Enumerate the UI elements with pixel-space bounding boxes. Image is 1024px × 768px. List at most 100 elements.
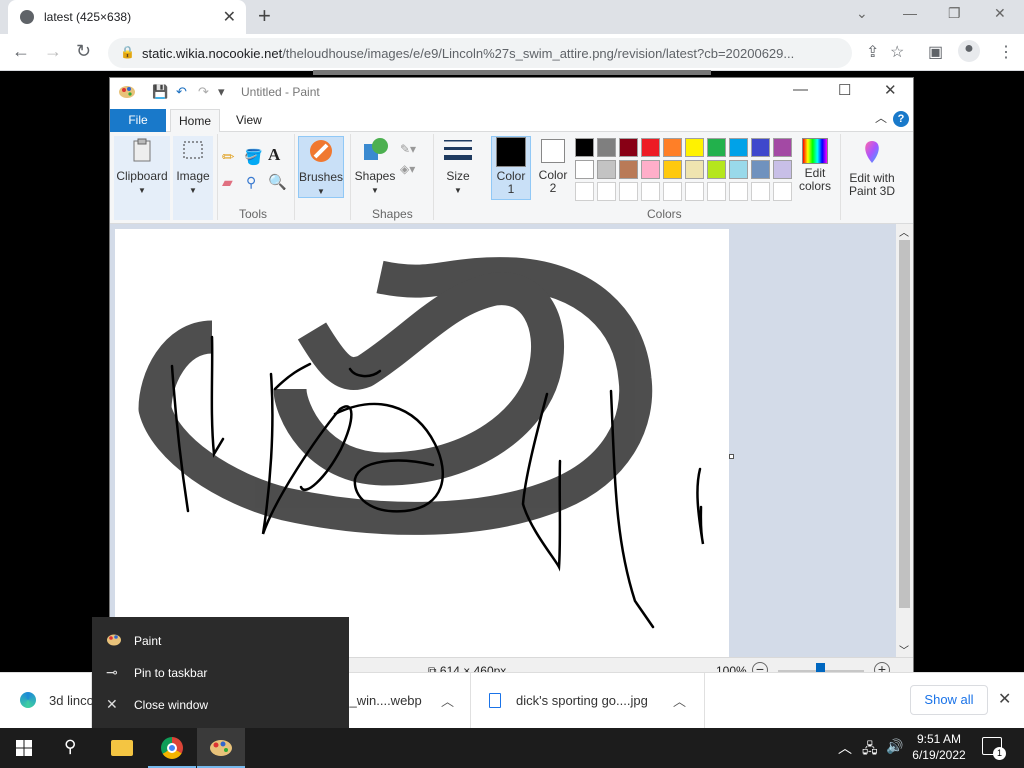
- paint-maximize-button[interactable]: ☐: [838, 81, 851, 99]
- fill-icon[interactable]: ◈▾: [400, 162, 415, 176]
- tab-search-icon[interactable]: ⌄: [856, 5, 868, 22]
- custom-color-slot[interactable]: [707, 182, 726, 201]
- custom-color-slot[interactable]: [619, 182, 638, 201]
- close-window-button[interactable]: ✕: [994, 5, 1006, 22]
- palette-swatch[interactable]: [641, 138, 660, 157]
- edit-with-paint3d-button[interactable]: Edit with Paint 3D: [844, 138, 900, 200]
- download-item[interactable]: 3d linco: [0, 673, 94, 729]
- pencil-icon[interactable]: ✏: [222, 148, 235, 166]
- minimize-button[interactable]: —: [903, 5, 917, 21]
- bookmark-star-icon[interactable]: ☆: [890, 42, 904, 62]
- notification-icon[interactable]: 1: [982, 737, 1006, 760]
- undo-icon[interactable]: ↶: [176, 84, 187, 100]
- drawing-canvas[interactable]: [115, 229, 729, 657]
- palette-swatch[interactable]: [597, 160, 616, 179]
- outline-icon[interactable]: ✎▾: [400, 142, 416, 156]
- color2-button[interactable]: Color 2: [533, 136, 573, 200]
- palette-swatch[interactable]: [641, 160, 660, 179]
- start-button[interactable]: [0, 728, 48, 768]
- shapes-button[interactable]: Shapes ▼: [353, 136, 397, 198]
- text-tool-icon[interactable]: A: [268, 145, 280, 165]
- palette-swatch[interactable]: [729, 138, 748, 157]
- customize-quick-access-icon[interactable]: ▾: [218, 84, 225, 100]
- new-tab-button[interactable]: +: [258, 3, 271, 29]
- show-all-button[interactable]: Show all: [910, 685, 988, 715]
- scroll-down-icon[interactable]: ﹀: [899, 642, 909, 657]
- custom-color-slot[interactable]: [575, 182, 594, 201]
- canvas-resize-handle[interactable]: [729, 454, 734, 459]
- menu-item-paint[interactable]: Paint: [92, 625, 349, 657]
- palette-swatch[interactable]: [619, 138, 638, 157]
- custom-color-slot[interactable]: [597, 182, 616, 201]
- paint-minimize-button[interactable]: —: [793, 81, 808, 98]
- palette-swatch[interactable]: [751, 160, 770, 179]
- restore-button[interactable]: ❐: [948, 5, 961, 22]
- clipboard-button[interactable]: Clipboard ▼: [114, 136, 170, 220]
- reload-icon[interactable]: ↻: [76, 41, 91, 62]
- magnifier-icon[interactable]: 🔍: [268, 173, 287, 191]
- fill-bucket-icon[interactable]: 🪣: [244, 148, 263, 166]
- custom-color-slot[interactable]: [663, 182, 682, 201]
- vertical-scrollbar[interactable]: ︿ ﹀: [896, 224, 913, 657]
- palette-swatch[interactable]: [729, 160, 748, 179]
- palette-swatch[interactable]: [663, 138, 682, 157]
- custom-color-slot[interactable]: [685, 182, 704, 201]
- redo-icon[interactable]: ↷: [198, 84, 209, 100]
- save-icon[interactable]: 💾: [152, 84, 168, 100]
- profile-icon[interactable]: ●: [958, 40, 980, 62]
- network-icon[interactable]: 🖧: [862, 738, 878, 762]
- back-icon[interactable]: ←: [12, 41, 30, 62]
- show-hidden-icons[interactable]: ︿: [838, 738, 852, 758]
- palette-swatch[interactable]: [773, 138, 792, 157]
- help-icon[interactable]: ?: [893, 111, 909, 127]
- tab-view[interactable]: View: [236, 113, 262, 127]
- clock[interactable]: 9:51 AM 6/19/2022: [905, 731, 973, 763]
- chrome-button[interactable]: [148, 728, 196, 768]
- palette-swatch[interactable]: [685, 160, 704, 179]
- search-button[interactable]: ⚲: [48, 728, 96, 768]
- file-explorer-button[interactable]: [98, 728, 146, 768]
- browser-tab[interactable]: latest (425×638) ✕: [8, 0, 246, 34]
- custom-color-slot[interactable]: [729, 182, 748, 201]
- paint-close-button[interactable]: ✕: [884, 81, 897, 99]
- tab-home[interactable]: Home: [170, 109, 220, 133]
- forward-icon[interactable]: →: [44, 41, 62, 62]
- menu-dots-icon[interactable]: ⋮: [998, 42, 1014, 62]
- palette-swatch[interactable]: [751, 138, 770, 157]
- palette-swatch[interactable]: [773, 160, 792, 179]
- chevron-up-icon[interactable]: ︿: [441, 691, 454, 710]
- volume-icon[interactable]: 🔊: [886, 738, 903, 755]
- color-picker-icon[interactable]: ⚲: [246, 174, 256, 191]
- size-button[interactable]: Size ▼: [438, 136, 478, 198]
- custom-color-slot[interactable]: [773, 182, 792, 201]
- chevron-up-icon[interactable]: ︿: [673, 691, 686, 710]
- palette-swatch[interactable]: [575, 138, 594, 157]
- download-item[interactable]: s_win....webp ︿: [343, 673, 471, 729]
- menu-item-close-window[interactable]: ✕ Close window: [92, 689, 349, 721]
- palette-swatch[interactable]: [685, 138, 704, 157]
- side-panel-icon[interactable]: ▣: [928, 42, 943, 62]
- custom-color-slot[interactable]: [751, 182, 770, 201]
- eraser-icon[interactable]: ▰: [222, 174, 233, 191]
- address-bar[interactable]: 🔒 static.wikia.nocookie.net/theloudhouse…: [108, 38, 852, 68]
- share-icon[interactable]: ⇪: [866, 42, 879, 62]
- palette-swatch[interactable]: [575, 160, 594, 179]
- brushes-button[interactable]: Brushes ▼: [298, 136, 344, 198]
- color1-button[interactable]: Color 1: [491, 136, 531, 200]
- tab-file[interactable]: File: [110, 109, 166, 132]
- paint-taskbar-button[interactable]: [197, 728, 245, 768]
- download-item[interactable]: dick's sporting go....jpg ︿: [471, 673, 705, 729]
- collapse-ribbon-icon[interactable]: ︿: [875, 109, 887, 126]
- palette-swatch[interactable]: [707, 138, 726, 157]
- close-tab-icon[interactable]: ✕: [223, 7, 236, 27]
- custom-color-slot[interactable]: [641, 182, 660, 201]
- palette-swatch[interactable]: [663, 160, 682, 179]
- palette-swatch[interactable]: [619, 160, 638, 179]
- palette-swatch[interactable]: [597, 138, 616, 157]
- menu-item-pin-to-taskbar[interactable]: ⊸ Pin to taskbar: [92, 657, 349, 689]
- edit-colors-button[interactable]: Edit colors: [794, 138, 836, 200]
- close-downloads-icon[interactable]: ✕: [998, 689, 1011, 709]
- scroll-thumb[interactable]: [899, 240, 910, 608]
- image-button[interactable]: Image ▼: [173, 136, 213, 220]
- palette-swatch[interactable]: [707, 160, 726, 179]
